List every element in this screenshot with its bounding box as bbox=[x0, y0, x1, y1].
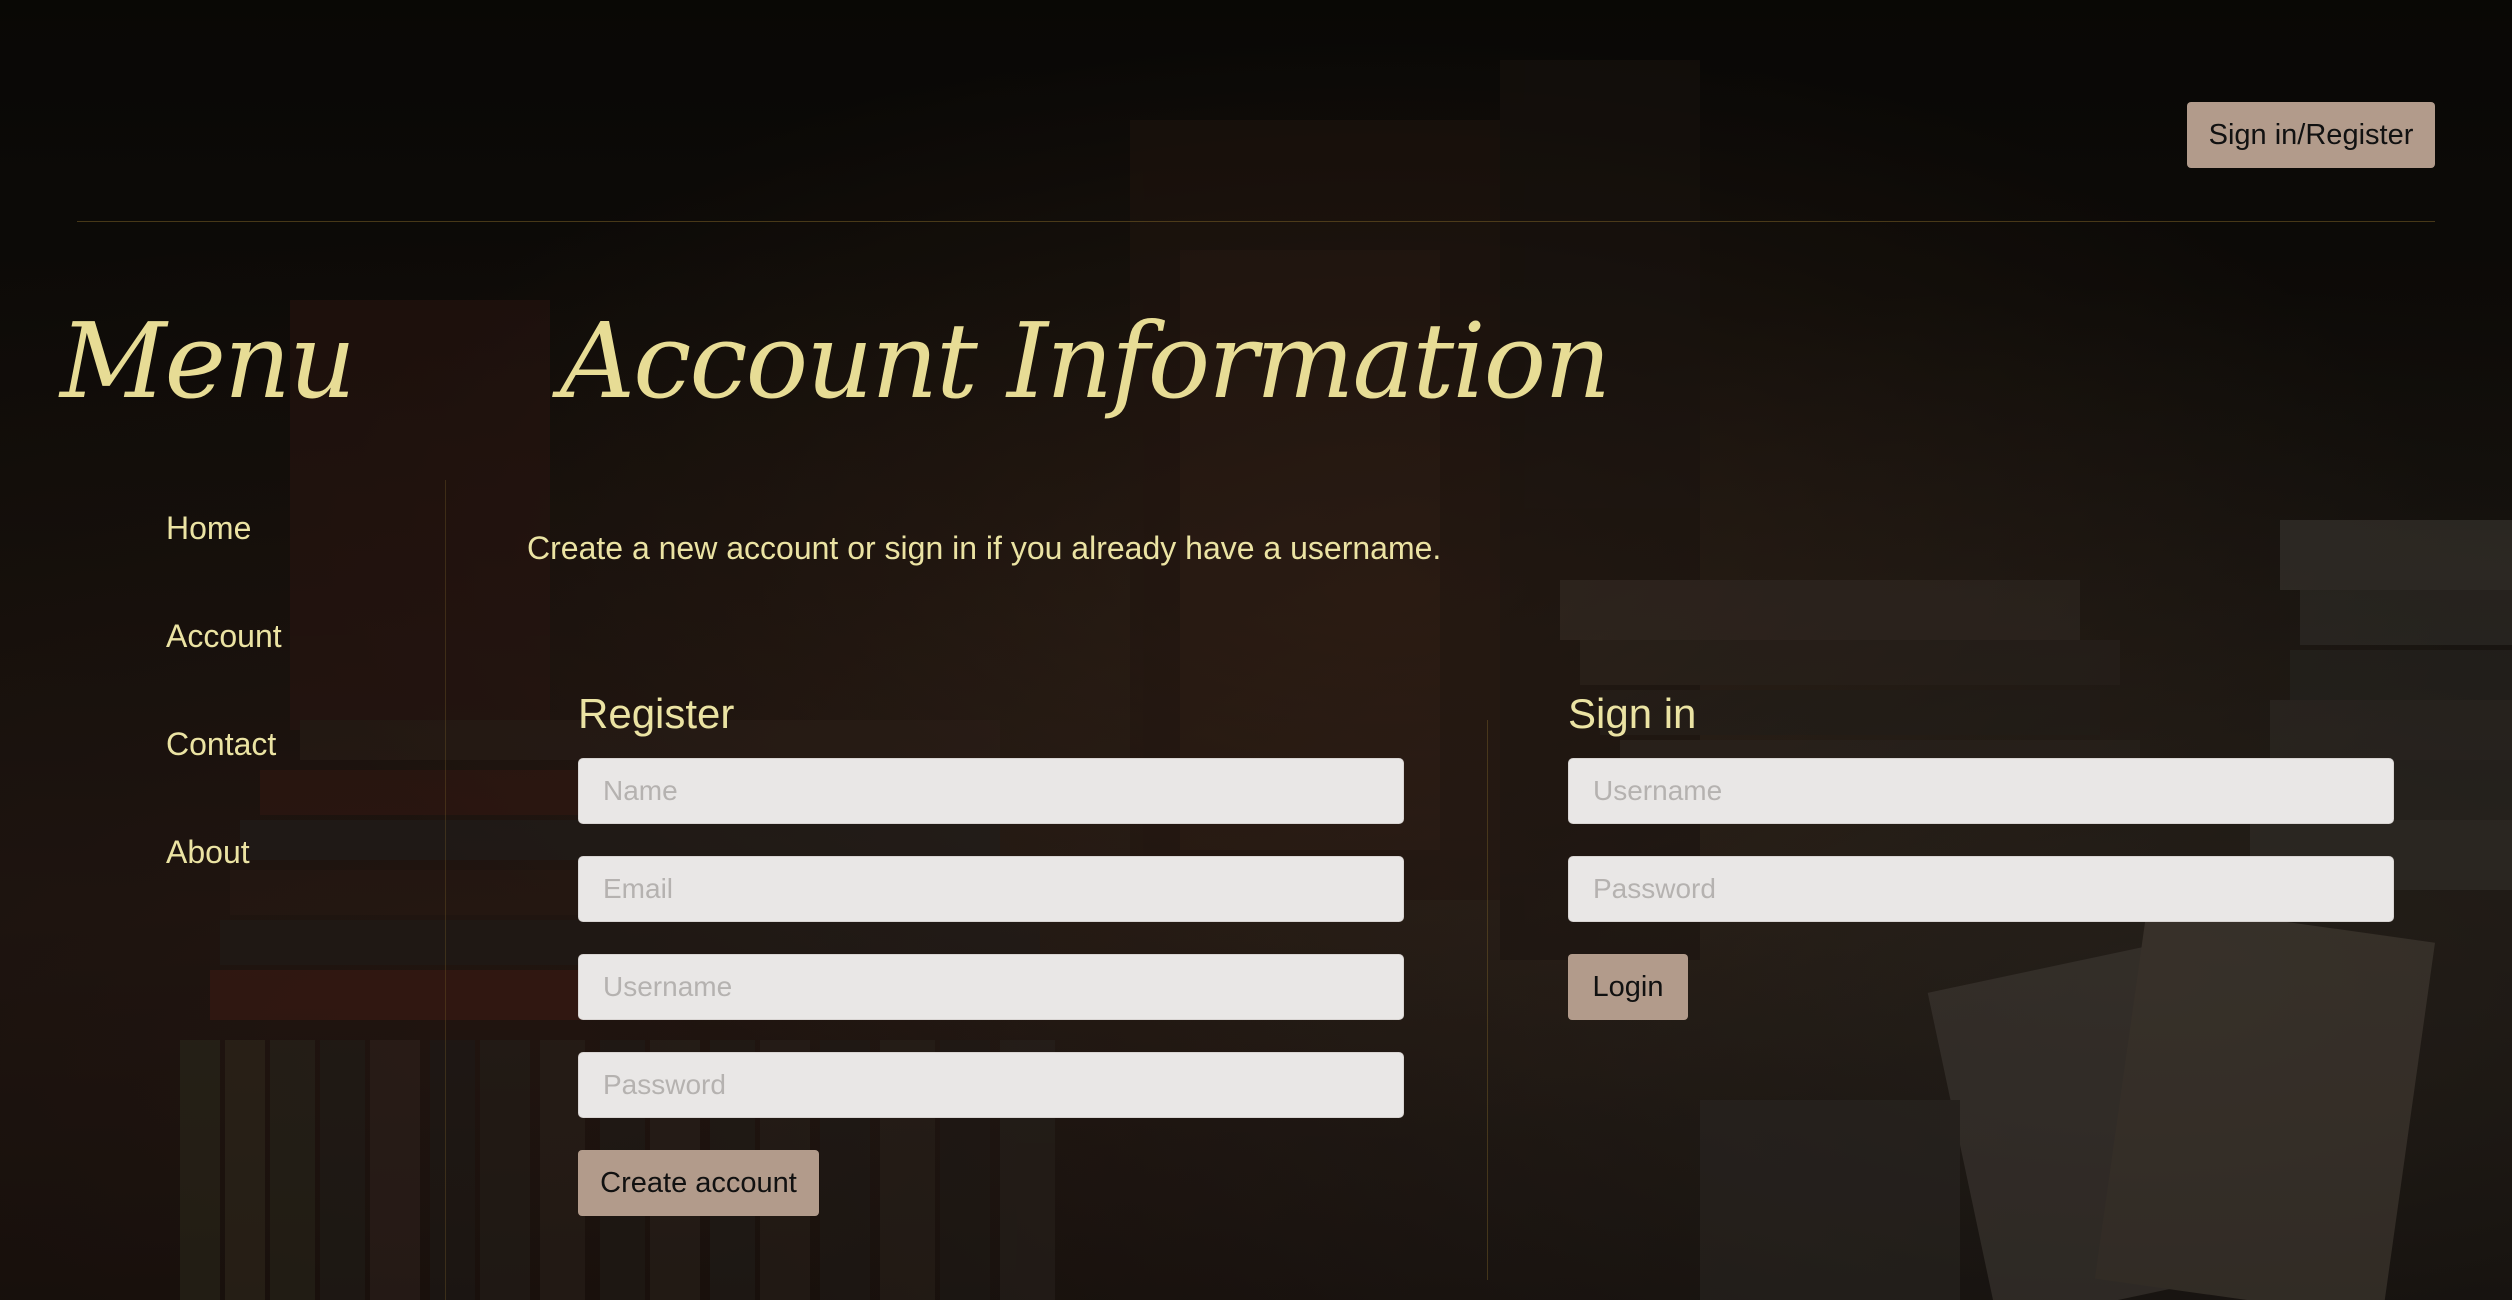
register-name-input[interactable] bbox=[578, 758, 1404, 824]
page-title: Account Information bbox=[560, 300, 1611, 422]
sidebar bbox=[0, 480, 446, 1300]
signin-title: Sign in bbox=[1568, 690, 1697, 737]
menu-title: Menu bbox=[60, 300, 356, 422]
register-email-input[interactable] bbox=[578, 856, 1404, 922]
create-account-button[interactable]: Create account bbox=[578, 1150, 819, 1216]
sidebar-item-about[interactable]: About bbox=[166, 834, 250, 871]
signin-username-input[interactable] bbox=[1568, 758, 2394, 824]
register-username-input[interactable] bbox=[578, 954, 1404, 1020]
signin-password-input[interactable] bbox=[1568, 856, 2394, 922]
header-divider bbox=[77, 221, 2435, 222]
intro-text: Create a new account or sign in if you a… bbox=[527, 530, 1442, 566]
register-password-input[interactable] bbox=[578, 1052, 1404, 1118]
sidebar-item-contact[interactable]: Contact bbox=[166, 726, 276, 763]
signin-register-button[interactable]: Sign in/Register bbox=[2187, 102, 2435, 168]
register-title: Register bbox=[578, 690, 735, 737]
sidebar-item-home[interactable]: Home bbox=[166, 510, 251, 547]
sidebar-item-account[interactable]: Account bbox=[166, 618, 282, 655]
form-divider bbox=[1487, 720, 1488, 1280]
login-button[interactable]: Login bbox=[1568, 954, 1688, 1020]
